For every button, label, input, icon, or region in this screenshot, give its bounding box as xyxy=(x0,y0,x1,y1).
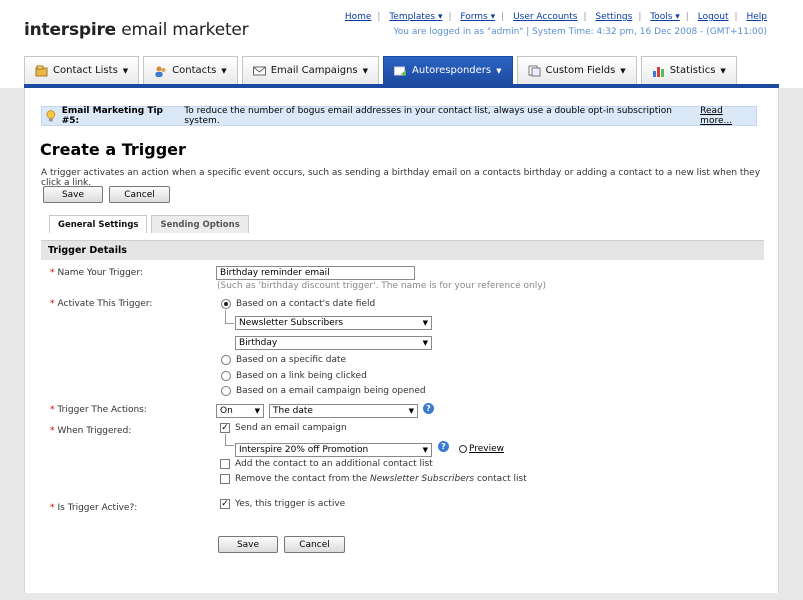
tools-menu-link[interactable]: Tools ▾ xyxy=(650,12,680,22)
when-triggered-label: * When Triggered: xyxy=(50,426,132,436)
user-accounts-link[interactable]: User Accounts xyxy=(513,12,577,22)
top-links: Home | Templates ▾ | Forms ▾ | User Account… xyxy=(344,12,767,22)
trigger-active-checkbox[interactable]: ✓ xyxy=(220,499,230,509)
tab-autoresponders[interactable]: Autoresponders ▼ xyxy=(383,56,513,84)
help-link[interactable]: Help xyxy=(746,12,767,22)
cancel-button-bottom[interactable]: Cancel xyxy=(284,536,345,553)
trigger-name-hint: (Such as 'birthday discount trigger'. Th… xyxy=(217,281,547,291)
trigger-name-input[interactable]: Birthday reminder email xyxy=(216,266,415,280)
save-button-bottom[interactable]: Save xyxy=(218,536,278,553)
home-link[interactable]: Home xyxy=(345,12,372,22)
add-contact-checkbox[interactable] xyxy=(220,459,230,469)
activate-campaign-opened-label: Based on a email campaign being opened xyxy=(236,386,426,396)
trigger-active-label: * Is Trigger Active?: xyxy=(50,503,138,513)
templates-menu-link[interactable]: Templates ▾ xyxy=(389,12,442,22)
activate-specific-date-label: Based on a specific date xyxy=(236,355,347,365)
activate-link-clicked-radio[interactable] xyxy=(221,371,231,381)
remove-contact-checkbox[interactable] xyxy=(220,474,230,484)
help-icon[interactable]: ? xyxy=(438,441,449,452)
contact-lists-icon xyxy=(35,65,48,76)
trigger-date-select[interactable]: The date ▼ xyxy=(269,404,418,418)
tab-statistics[interactable]: Statistics ▼ xyxy=(640,56,737,84)
remove-contact-label: Remove the contact from the Newsletter S… xyxy=(235,474,527,484)
logout-link[interactable]: Logout xyxy=(698,12,729,22)
page-intro: A trigger activates an action when a spe… xyxy=(41,168,761,188)
tip-text: To reduce the number of bogus email addr… xyxy=(184,106,672,126)
date-field-select[interactable]: Birthday ▼ xyxy=(235,336,432,350)
tab-contacts[interactable]: Contacts ▼ xyxy=(143,56,238,84)
add-contact-label: Add the contact to an additional contact… xyxy=(235,459,433,469)
tab-sending-options[interactable]: Sending Options xyxy=(151,215,249,233)
envelope-icon xyxy=(252,66,266,75)
trigger-timing-select[interactable]: On ▼ xyxy=(216,404,264,418)
magnifier-icon xyxy=(459,445,467,453)
autoresponder-icon xyxy=(394,66,407,76)
tab-email-campaigns[interactable]: Email Campaigns ▼ xyxy=(241,56,380,84)
main-tabs: Contact Lists ▼ Contacts ▼ Email Campaigns… xyxy=(24,56,741,84)
forms-menu-link[interactable]: Forms ▾ xyxy=(460,12,495,22)
activate-link-clicked-label: Based on a link being clicked xyxy=(236,371,367,381)
tab-contact-lists[interactable]: Contact Lists ▼ xyxy=(24,56,140,84)
preview-link[interactable]: Preview xyxy=(459,444,504,454)
contacts-icon xyxy=(155,66,166,77)
main-content: Email Marketing Tip #5: To reduce the nu… xyxy=(24,88,779,593)
tip-banner: Email Marketing Tip #5: To reduce the nu… xyxy=(41,106,757,126)
activate-campaign-opened-radio[interactable] xyxy=(221,386,231,396)
tip-title: Email Marketing Tip #5: xyxy=(61,106,163,126)
send-campaign-label: Send an email campaign xyxy=(235,423,347,433)
save-button-top[interactable]: Save xyxy=(43,186,103,203)
name-label: * Name Your Trigger: xyxy=(50,268,143,278)
page-title: Create a Trigger xyxy=(40,140,186,159)
activate-date-field-label: Based on a contact's date field xyxy=(236,299,376,309)
activate-label: * Activate This Trigger: xyxy=(50,299,153,309)
statistics-icon xyxy=(652,66,664,77)
section-header: Trigger Details xyxy=(41,240,764,260)
send-campaign-checkbox[interactable]: ✓ xyxy=(220,423,230,433)
trigger-active-text: Yes, this trigger is active xyxy=(235,499,346,509)
custom-fields-icon xyxy=(528,65,541,76)
settings-link[interactable]: Settings xyxy=(595,12,632,22)
app-logo: interspire email marketer xyxy=(24,20,249,40)
tree-connector xyxy=(225,310,234,324)
trigger-actions-label: * Trigger The Actions: xyxy=(50,405,147,415)
tree-connector xyxy=(225,434,234,446)
campaign-select[interactable]: Interspire 20% off Promotion ▼ xyxy=(235,443,432,457)
header: interspire email marketer Home | Template… xyxy=(0,0,803,88)
activate-date-field-radio[interactable] xyxy=(221,299,231,309)
tab-general-settings[interactable]: General Settings xyxy=(49,215,148,233)
cancel-button-top[interactable]: Cancel xyxy=(109,186,170,203)
contact-list-select[interactable]: Newsletter Subscribers ▼ xyxy=(235,316,432,330)
form-subtabs: General Settings Sending Options xyxy=(49,215,253,233)
read-more-link[interactable]: Read more... xyxy=(700,106,756,126)
lightbulb-icon xyxy=(46,110,56,122)
help-icon[interactable]: ? xyxy=(423,403,434,414)
activate-specific-date-radio[interactable] xyxy=(221,355,231,365)
login-status: You are logged in as "admin" | System Ti… xyxy=(393,27,767,37)
tab-custom-fields[interactable]: Custom Fields ▼ xyxy=(516,56,637,84)
